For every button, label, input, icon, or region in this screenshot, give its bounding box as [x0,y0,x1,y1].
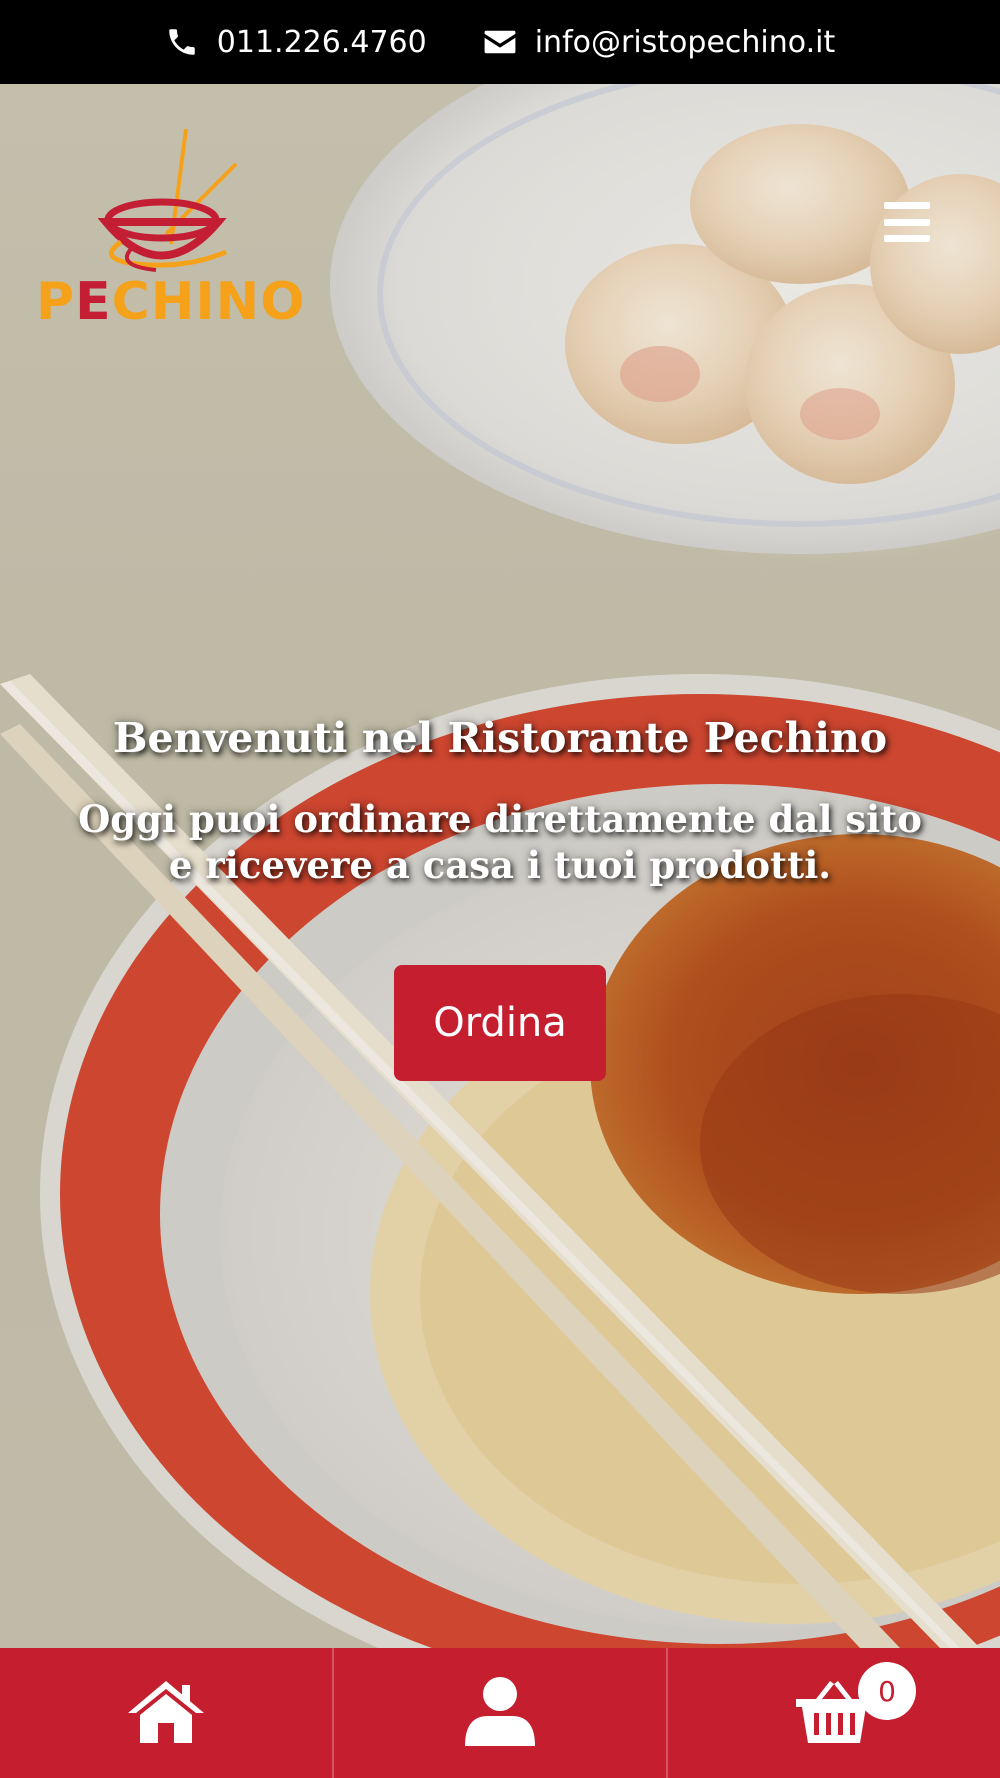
logo-wordmark: PECHINO [36,272,306,332]
phone-contact[interactable]: 011.226.4760 [165,25,427,60]
bottom-nav: 0 [0,1648,1000,1778]
contact-bar: 011.226.4760 info@ristopechino.it [0,0,1000,84]
email-contact[interactable]: info@ristopechino.it [483,24,836,60]
hero-title: Benvenuti nel Ristorante Pechino [112,714,888,762]
hero-subtitle: Oggi puoi ordinare direttamente dal sito… [78,797,922,887]
noodle-bowl-logo-icon [97,128,238,272]
nav-home[interactable] [0,1648,332,1778]
nav-account[interactable] [332,1648,666,1778]
envelope-icon [483,28,517,56]
restaurant-logo[interactable]: PECHINO [36,124,306,344]
order-button[interactable]: Ordina [394,965,606,1081]
cart-count-badge: 0 [858,1662,916,1720]
phone-icon [165,25,199,59]
hero-section: PECHINO Benvenuti nel Ristorante Pechino… [0,84,1000,1648]
home-icon [124,1677,208,1749]
user-icon [463,1676,537,1750]
hamburger-menu-icon[interactable] [884,202,930,242]
phone-number: 011.226.4760 [216,24,427,60]
nav-cart[interactable]: 0 [666,1648,1000,1778]
email-address: info@ristopechino.it [534,24,836,60]
